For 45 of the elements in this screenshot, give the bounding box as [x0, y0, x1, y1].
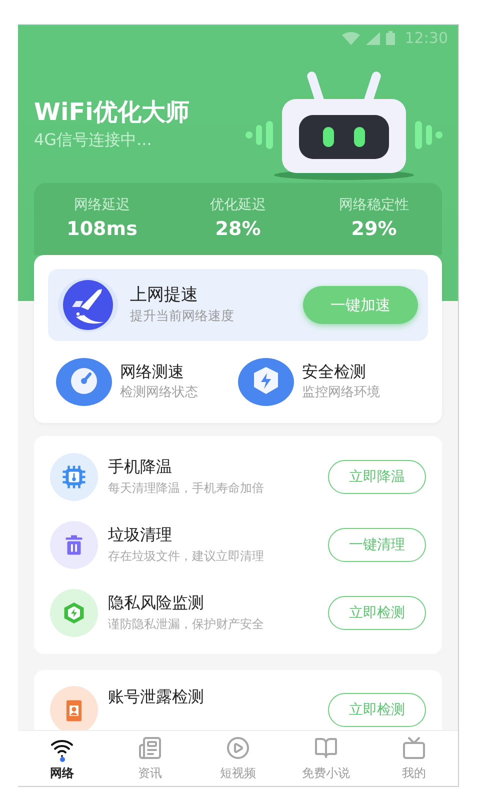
shield-bolt-icon: [238, 357, 294, 407]
tool-title: 安全检测: [302, 361, 367, 383]
action-button[interactable]: 立即检测: [328, 596, 426, 630]
boost-button[interactable]: 一键加速: [303, 286, 418, 324]
task-title: 垃圾清理: [108, 524, 173, 546]
tv-icon: [402, 736, 426, 760]
boost-subtitle: 提升当前网络速度: [130, 308, 235, 326]
battery-icon: [386, 31, 395, 45]
stat-label: 优化延迟: [210, 196, 266, 215]
task-subtitle: 存在垃圾文件，建议立即清理: [108, 548, 265, 565]
trash-icon: [50, 521, 98, 569]
play-icon: [226, 736, 250, 760]
shield-bolt-icon: [50, 589, 98, 637]
task-title: 隐私风险监测: [108, 592, 205, 614]
tab[interactable]: 资讯: [106, 731, 194, 786]
connection-status: 4G信号连接中...: [34, 129, 153, 151]
tool-title: 网络测速: [120, 361, 185, 383]
task-title: 手机降温: [108, 456, 173, 478]
speedometer-icon: [56, 357, 112, 407]
tab[interactable]: 短视频: [194, 731, 282, 786]
newspaper-icon: [138, 736, 162, 760]
stat-label: 网络延迟: [74, 196, 130, 215]
chip-thermometer-icon: [50, 453, 98, 501]
app-title: WiFi优化大师: [34, 97, 190, 128]
stat-value: 29%: [351, 217, 397, 242]
wifi-signal-icon: [342, 32, 360, 44]
task-subtitle: 每天清理降温，手机寿命加倍: [108, 480, 265, 497]
boost-title: 上网提速: [130, 284, 199, 307]
stat-value: 108ms: [66, 217, 138, 242]
status-time: 12:30: [404, 28, 448, 49]
cell-signal-icon: [366, 32, 380, 44]
stat-label: 网络稳定性: [339, 196, 409, 215]
stat-value: 28%: [215, 217, 261, 242]
action-button[interactable]: 立即检测: [328, 693, 426, 727]
action-button[interactable]: 一键清理: [328, 528, 426, 562]
tab[interactable]: 我的: [370, 731, 458, 786]
tab[interactable]: 网络: [18, 731, 106, 786]
rocket-icon: [58, 277, 118, 333]
task-subtitle: 谨防隐私泄漏，保护财产安全: [108, 616, 265, 633]
action-button[interactable]: 立即降温: [328, 460, 426, 494]
book-icon: [314, 736, 338, 760]
task-title: 账号泄露检测: [108, 686, 205, 708]
tool-subtitle: 检测网络状态: [120, 384, 198, 402]
tool-subtitle: 监控网络环境: [302, 384, 380, 402]
tab[interactable]: 免费小说: [282, 731, 370, 786]
